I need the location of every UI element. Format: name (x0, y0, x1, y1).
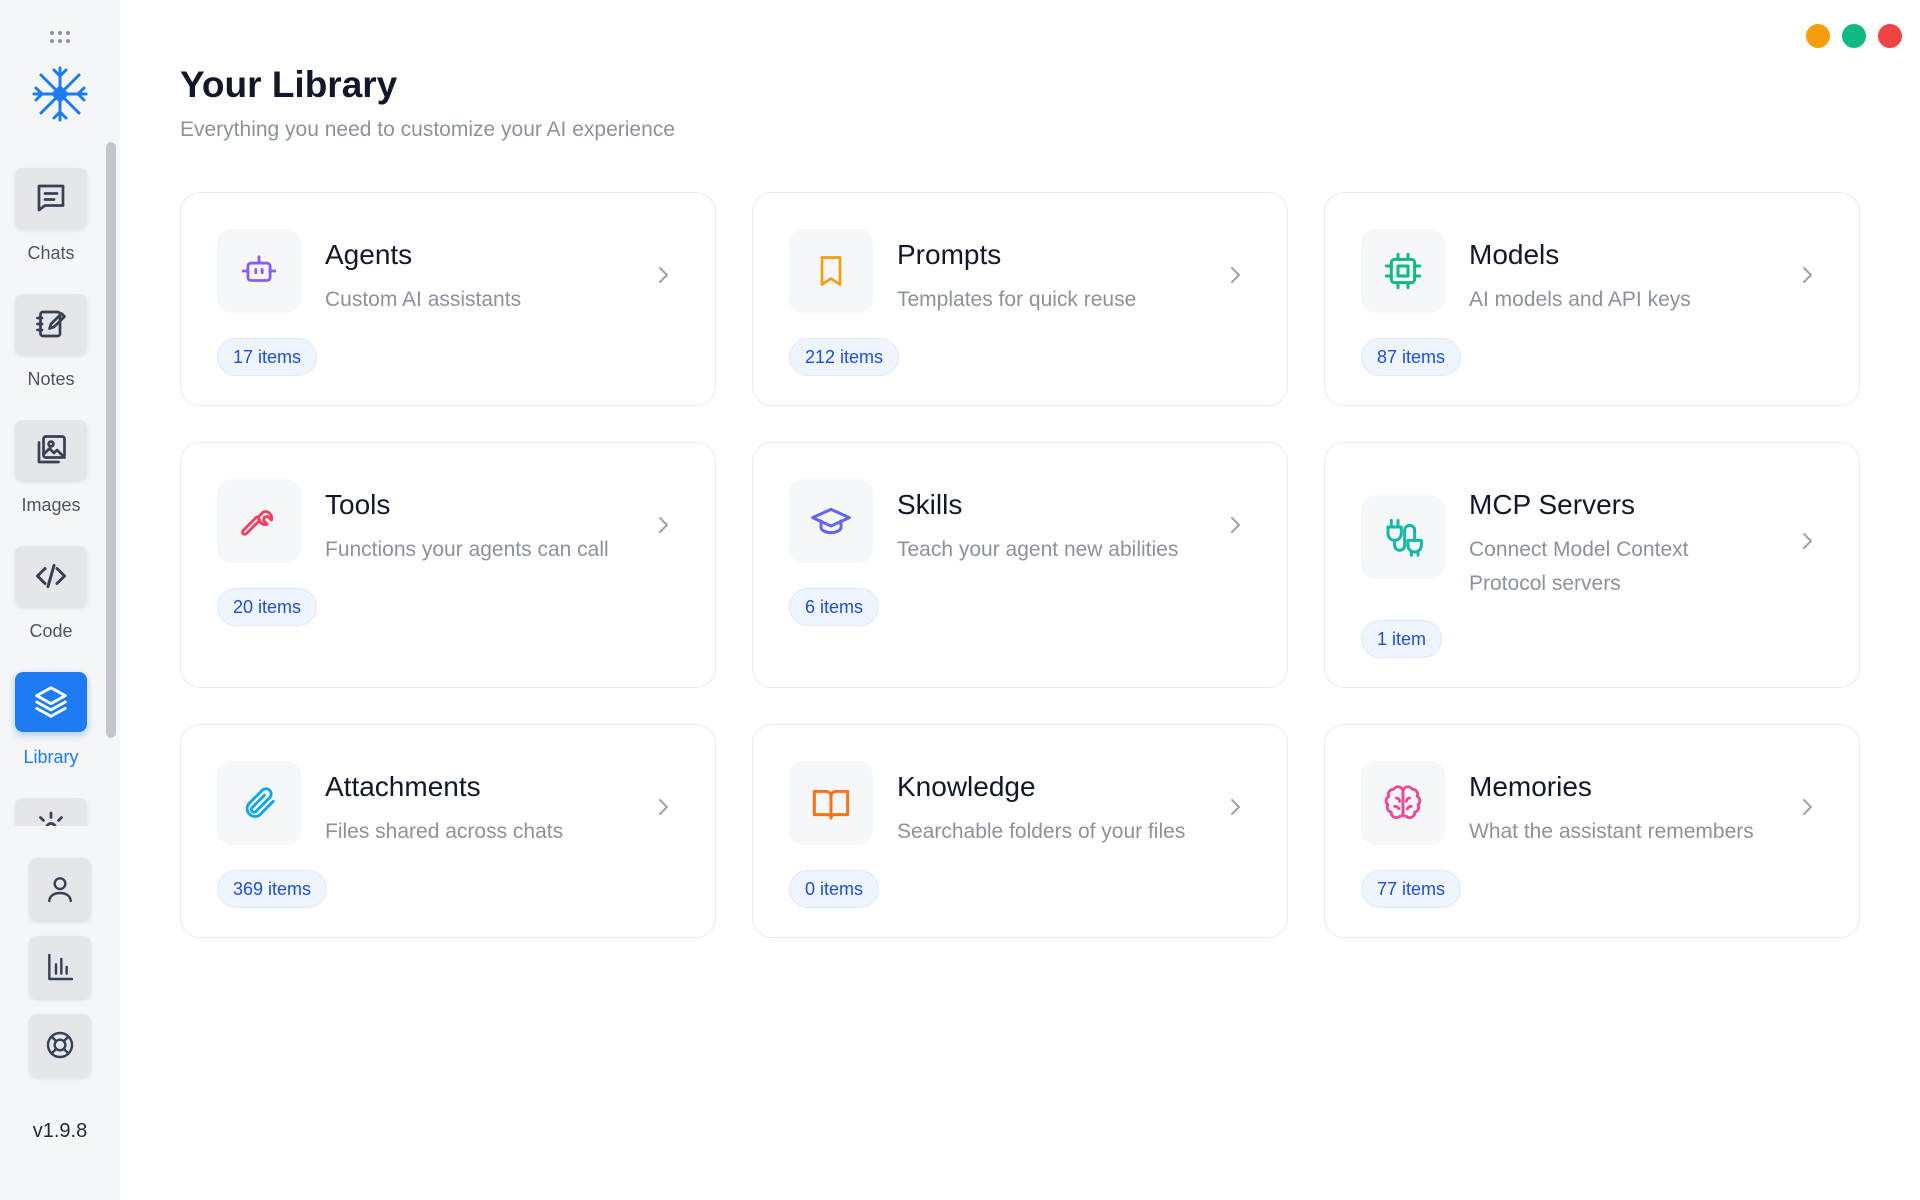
count-badge: 1 item (1361, 620, 1443, 658)
chevron-right-icon (1231, 799, 1240, 815)
graduation-cap-icon (811, 507, 851, 535)
stats-button[interactable] (29, 936, 91, 998)
chart-icon (48, 953, 74, 981)
library-card-agents[interactable]: Agents Custom AI assistants 17 items (180, 192, 716, 406)
library-card-skills[interactable]: Skills Teach your agent new abilities 6 … (752, 442, 1288, 688)
sidebar-scrollbar[interactable] (106, 142, 116, 738)
chip-icon (1384, 252, 1422, 290)
chevron-right-icon (1803, 533, 1812, 549)
chevron-right-icon (1231, 267, 1240, 283)
app-version: v1.9.8 (32, 1120, 88, 1142)
card-description: Templates for quick reuse (897, 288, 1137, 311)
count-badge: 17 items (217, 338, 318, 376)
brain-icon (1384, 785, 1422, 820)
chevron-right-icon (1803, 267, 1812, 283)
sidebar-item-library[interactable]: Library (0, 672, 102, 798)
card-title: Prompts (897, 239, 1002, 270)
library-card-models[interactable]: Models AI models and API keys 87 items (1324, 192, 1860, 406)
drag-handle[interactable] (50, 31, 70, 43)
card-title: Skills (897, 489, 963, 520)
card-description: What the assistant remembers (1469, 820, 1754, 843)
library-card-tools[interactable]: Tools Functions your agents can call 20 … (180, 442, 716, 688)
count-badge: 20 items (217, 588, 318, 626)
sidebar-item-code[interactable]: Code (0, 546, 102, 672)
count-badge: 77 items (1361, 870, 1462, 908)
sidebar-item-label: Notes (27, 369, 75, 389)
page-subtitle: Everything you need to customize your AI… (180, 118, 675, 141)
count-badge: 369 items (217, 870, 328, 908)
chevron-right-icon (659, 267, 668, 283)
sidebar-item-label: Library (23, 747, 79, 767)
card-description: Teach your agent new abilities (897, 538, 1179, 561)
bookmark-icon (820, 256, 842, 286)
card-title: Tools (325, 489, 391, 520)
minimize-button[interactable] (1806, 24, 1830, 48)
card-description: Connect Model Context Protocol servers (1469, 538, 1689, 595)
library-card-attachments[interactable]: Attachments Files shared across chats 36… (180, 724, 716, 938)
sidebar-item-label: Code (29, 621, 73, 641)
sidebar-item-notes[interactable]: Notes (0, 294, 102, 420)
images-icon (37, 435, 66, 464)
page-title: Your Library (180, 64, 398, 105)
notes-icon (36, 310, 66, 338)
card-title: Knowledge (897, 771, 1036, 802)
card-title: Agents (325, 239, 413, 270)
app-logo (32, 66, 88, 122)
paperclip-icon (245, 787, 275, 818)
card-title: MCP Servers (1469, 489, 1635, 520)
card-title: Memories (1469, 771, 1592, 802)
library-card-memories[interactable]: Memories What the assistant remembers 77… (1324, 724, 1860, 938)
card-title: Models (1469, 239, 1560, 270)
chevron-right-icon (1231, 517, 1240, 533)
chevron-right-icon (659, 517, 668, 533)
window-controls (1806, 24, 1902, 48)
count-badge: 87 items (1361, 338, 1462, 376)
library-card-prompts[interactable]: Prompts Templates for quick reuse 212 it… (752, 192, 1288, 406)
maximize-button[interactable] (1842, 24, 1866, 48)
book-open-icon (812, 789, 850, 820)
sidebar-nav: Chats Notes Images Code Library (0, 160, 120, 826)
close-button[interactable] (1878, 24, 1902, 48)
help-icon (46, 1031, 74, 1059)
sidebar-item-label: Images (21, 495, 81, 515)
sidebar-item-label: Chats (27, 243, 75, 263)
layers-icon (35, 686, 67, 718)
wrench-icon (241, 510, 274, 536)
user-icon (48, 877, 72, 903)
card-description: Searchable folders of your files (897, 820, 1186, 843)
robot-icon (241, 255, 277, 282)
sidebar-item-settings[interactable] (0, 798, 102, 826)
chevron-right-icon (659, 799, 668, 815)
sidebar: Chats Notes Images Code Library v1.9.8 (0, 0, 120, 1200)
gear-icon (39, 811, 63, 826)
card-description: Files shared across chats (325, 820, 564, 843)
chat-icon (37, 184, 65, 212)
library-card-knowledge[interactable]: Knowledge Searchable folders of your fil… (752, 724, 1288, 938)
sidebar-item-images[interactable]: Images (0, 420, 102, 546)
card-description: Custom AI assistants (325, 288, 522, 311)
sidebar-item-chats[interactable]: Chats (0, 168, 102, 294)
chevron-right-icon (1803, 799, 1812, 815)
library-card-mcp-servers[interactable]: MCP Servers Connect Model Context Protoc… (1324, 442, 1860, 688)
count-badge: 0 items (789, 870, 880, 908)
plug-icon (1386, 518, 1423, 557)
profile-button[interactable] (29, 858, 91, 920)
card-description: Functions your agents can call (325, 538, 609, 561)
help-button[interactable] (29, 1014, 91, 1076)
code-icon (36, 564, 66, 588)
count-badge: 6 items (789, 588, 880, 626)
count-badge: 212 items (789, 338, 900, 376)
card-description: AI models and API keys (1469, 288, 1691, 311)
card-title: Attachments (325, 771, 481, 802)
